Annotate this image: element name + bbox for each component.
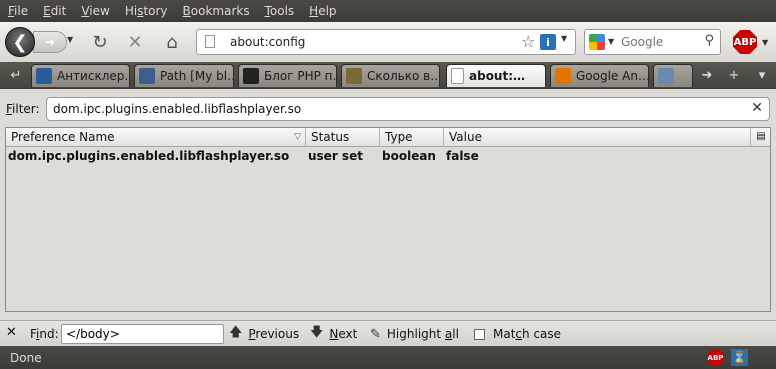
page-icon xyxy=(205,35,215,48)
find-bar: ✕ Find: 🡅Previous 🡇Next ✎Highlight all M… xyxy=(0,320,776,347)
table-row[interactable]: dom.ipc.plugins.enabled.libflashplayer.s… xyxy=(6,147,770,165)
url-dropdown-icon[interactable]: ▼ xyxy=(561,34,567,43)
menu-help[interactable]: Help xyxy=(301,4,343,18)
status-bar: Done ABP ⌛ xyxy=(0,346,776,369)
tab-favicon-icon xyxy=(555,68,571,84)
search-icon[interactable]: ⚲ xyxy=(704,33,714,48)
bookmark-star-icon[interactable]: ☆ xyxy=(521,32,535,51)
clear-filter-icon[interactable]: ✕ xyxy=(751,100,763,116)
menu-view[interactable]: View xyxy=(73,4,116,18)
tab-path-blog[interactable]: Path [My bl… xyxy=(134,64,234,87)
menu-bar: File Edit View History Bookmarks Tools H… xyxy=(0,0,776,22)
scroll-tabs-right-icon[interactable]: ➜ xyxy=(695,65,719,85)
menu-tools[interactable]: Tools xyxy=(257,4,302,18)
highlighter-icon: ✎ xyxy=(370,326,381,342)
filter-input[interactable] xyxy=(53,101,733,117)
menu-history[interactable]: History xyxy=(117,4,175,18)
reload-icon[interactable]: ↻ xyxy=(88,30,112,54)
new-tab-icon[interactable]: + xyxy=(722,65,746,85)
tab-antiscler[interactable]: Антисклер… xyxy=(31,64,130,87)
adblock-status-icon[interactable]: ABP xyxy=(707,349,724,366)
tab-google-analytics[interactable]: Google An… xyxy=(550,64,649,87)
home-icon[interactable]: ⌂ xyxy=(160,30,184,54)
tab-favicon-icon xyxy=(139,68,155,84)
column-picker-icon[interactable]: ▤ xyxy=(754,130,768,143)
match-case-checkbox[interactable]: Match case xyxy=(474,325,561,343)
column-value[interactable]: Value xyxy=(444,128,751,146)
status-text: Done xyxy=(10,351,42,365)
find-previous-button[interactable]: 🡅 Previous xyxy=(229,325,299,343)
tab-favicon-icon xyxy=(346,68,362,84)
tab-favicon-icon xyxy=(36,68,52,84)
preferences-tree[interactable]: Preference Name ▽ Status Type Value ▤ dom… xyxy=(5,127,771,312)
column-status[interactable]: Status xyxy=(306,128,380,146)
info-icon[interactable]: i xyxy=(540,34,556,50)
tab-title: Антисклер… xyxy=(57,69,130,83)
url-input[interactable] xyxy=(230,33,500,51)
about-config-page: Filter: ✕ Preference Name▽ Status Type V… xyxy=(0,89,776,320)
google-icon[interactable] xyxy=(589,34,605,50)
tree-header: Preference Name ▽ Status Type Value ▤ xyxy=(6,128,770,147)
back-arrow-icon: ❮ xyxy=(12,31,28,53)
highlight-all-button[interactable]: ✎ Highlight all xyxy=(370,325,459,343)
tab-bar: ↵ Антисклер… Path [My bl… Блог PHP п… Ск… xyxy=(0,62,776,88)
page-icon xyxy=(451,68,464,84)
column-preference-name[interactable]: Preference Name ▽ xyxy=(6,128,306,146)
search-input[interactable] xyxy=(621,33,691,51)
tab-overflow[interactable] xyxy=(653,64,693,87)
tab-title: Сколько в… xyxy=(367,69,440,83)
tab-favicon-icon xyxy=(243,68,259,84)
adblock-status-label: ABP xyxy=(707,353,724,362)
search-engine-dropdown-icon[interactable]: ▼ xyxy=(608,37,614,46)
arrow-down-icon: 🡇 xyxy=(310,325,324,340)
menu-bookmarks[interactable]: Bookmarks xyxy=(175,4,257,18)
pref-name-cell: dom.ipc.plugins.enabled.libflashplayer.s… xyxy=(8,149,290,163)
navigation-toolbar: ➜ ❮ ▼ ↻ ✕ ⌂ ☆ i ▼ ▼ ⚲ ABP ▼ xyxy=(0,22,776,63)
url-bar[interactable]: ☆ i ▼ xyxy=(196,29,576,55)
close-find-bar-icon[interactable]: ✕ xyxy=(6,325,17,340)
pref-type-cell: boolean xyxy=(382,149,436,163)
pref-value-cell: false xyxy=(446,149,479,163)
tab-title: Google An… xyxy=(576,69,649,83)
tab-favicon-icon xyxy=(658,68,674,84)
tab-php-blog[interactable]: Блог PHP п… xyxy=(238,64,337,87)
tab-title: Блог PHP п… xyxy=(264,69,337,83)
list-tabs-icon[interactable]: ▾ xyxy=(750,65,774,85)
adblock-button[interactable]: ABP xyxy=(733,30,757,54)
adblock-dropdown-icon[interactable]: ▼ xyxy=(762,38,768,47)
extension-status-icon[interactable]: ⌛ xyxy=(731,349,748,366)
pref-status-cell: user set xyxy=(308,149,363,163)
search-bar[interactable]: ▼ ⚲ xyxy=(584,29,721,55)
history-dropdown-icon[interactable]: ▼ xyxy=(67,35,77,49)
scroll-tabs-left-icon[interactable]: ↵ xyxy=(4,65,28,85)
find-label: Find: xyxy=(30,327,59,341)
find-next-button[interactable]: 🡇 Next xyxy=(310,325,357,343)
menu-edit[interactable]: Edit xyxy=(35,4,73,18)
find-input[interactable] xyxy=(66,327,216,341)
menu-file[interactable]: File xyxy=(0,4,35,18)
arrow-up-icon: 🡅 xyxy=(229,325,243,340)
stop-icon[interactable]: ✕ xyxy=(123,30,147,54)
tab-title: about:… xyxy=(469,69,526,83)
tab-skolko[interactable]: Сколько в… xyxy=(341,64,440,87)
sort-indicator-icon: ▽ xyxy=(294,132,301,142)
adblock-label: ABP xyxy=(733,36,757,48)
back-button[interactable]: ❮ xyxy=(5,27,35,57)
tab-title: Path [My bl… xyxy=(160,69,234,83)
checkbox-icon[interactable] xyxy=(474,328,485,340)
find-field[interactable] xyxy=(61,324,224,344)
tab-about-config[interactable]: about:… xyxy=(446,64,546,87)
forward-arrow-icon: ➜ xyxy=(44,35,56,49)
filter-field[interactable]: ✕ xyxy=(46,97,770,121)
forward-button[interactable]: ➜ xyxy=(33,31,67,53)
filter-label: Filter: xyxy=(6,102,40,116)
column-type[interactable]: Type xyxy=(380,128,444,146)
